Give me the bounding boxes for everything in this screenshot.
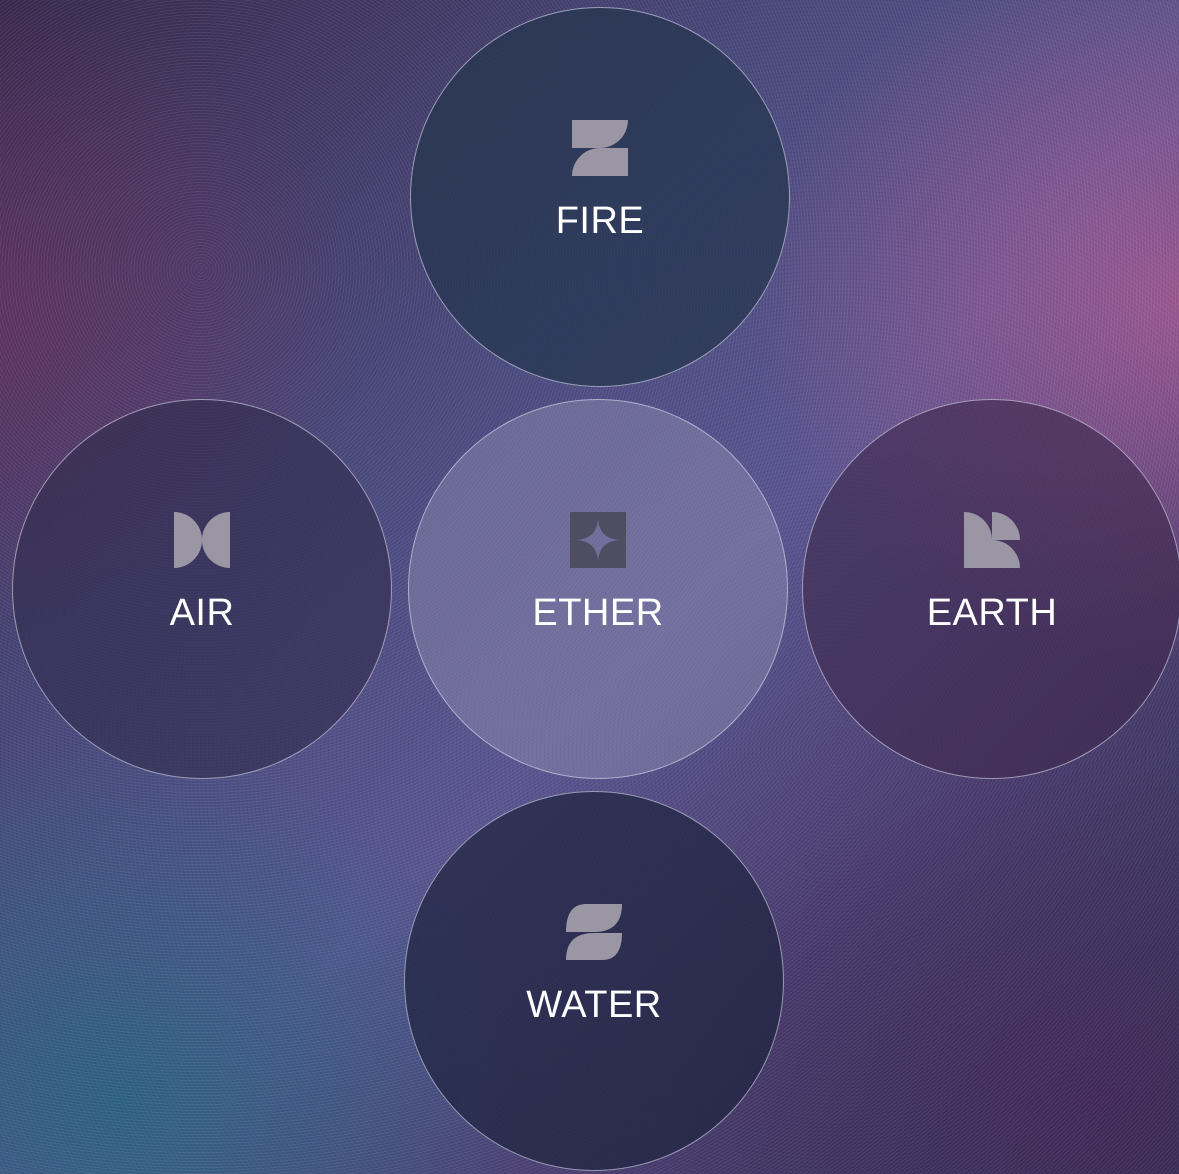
air-button[interactable]: AIR [12, 399, 392, 779]
air-label: AIR [169, 592, 235, 634]
fire-label: FIRE [555, 200, 645, 242]
water-label: WATER [526, 984, 662, 1026]
water-button[interactable]: WATER [404, 791, 784, 1171]
water-icon [564, 902, 624, 962]
ether-label: ETHER [532, 592, 664, 634]
fire-button[interactable]: FIRE [410, 7, 790, 387]
earth-icon [962, 510, 1022, 570]
fire-icon [570, 118, 630, 178]
earth-button[interactable]: EARTH [802, 399, 1179, 779]
air-icon [172, 510, 232, 570]
earth-label: EARTH [926, 592, 1058, 634]
ether-button[interactable]: ETHER [408, 399, 788, 779]
ether-icon [568, 510, 628, 570]
